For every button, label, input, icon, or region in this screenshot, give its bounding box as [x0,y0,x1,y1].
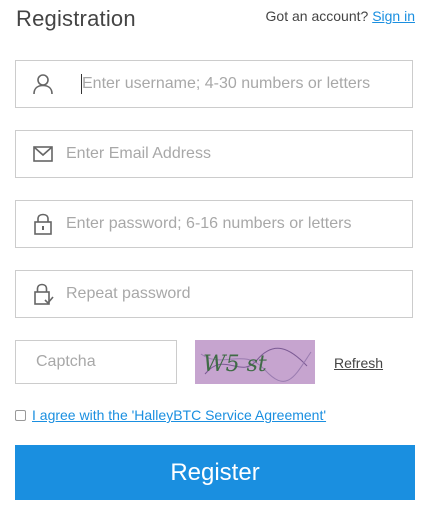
agreement-checkbox[interactable] [15,409,26,421]
email-field[interactable] [15,130,413,178]
captcha-image-drawing: W5 st [195,340,315,384]
email-input[interactable] [66,131,396,177]
captcha-image[interactable]: W5 st [195,340,315,384]
register-button[interactable]: Register [15,445,415,500]
account-prompt-text: Got an account? [265,8,369,24]
captcha-input[interactable] [36,341,166,383]
user-icon [32,73,54,95]
agreement-link[interactable]: I agree with the 'HalleyBTC Service Agre… [32,407,326,423]
lock-icon [32,213,54,235]
password-field[interactable] [15,200,413,248]
captcha-text: W5 st [203,352,267,377]
page-title: Registration [16,6,136,31]
password-input[interactable] [66,201,396,247]
account-prompt: Got an account? Sign in [266,8,415,24]
sign-in-link[interactable]: Sign in [372,8,415,24]
captcha-field[interactable] [15,340,177,384]
username-field[interactable] [15,60,413,108]
repeat-password-field[interactable] [15,270,413,318]
envelope-icon [32,143,54,165]
lock-check-icon [32,283,54,305]
username-input[interactable] [81,74,412,94]
agreement-row: I agree with the 'HalleyBTC Service Agre… [15,405,326,425]
repeat-password-input[interactable] [66,271,396,317]
refresh-captcha-link[interactable]: Refresh [334,355,383,371]
